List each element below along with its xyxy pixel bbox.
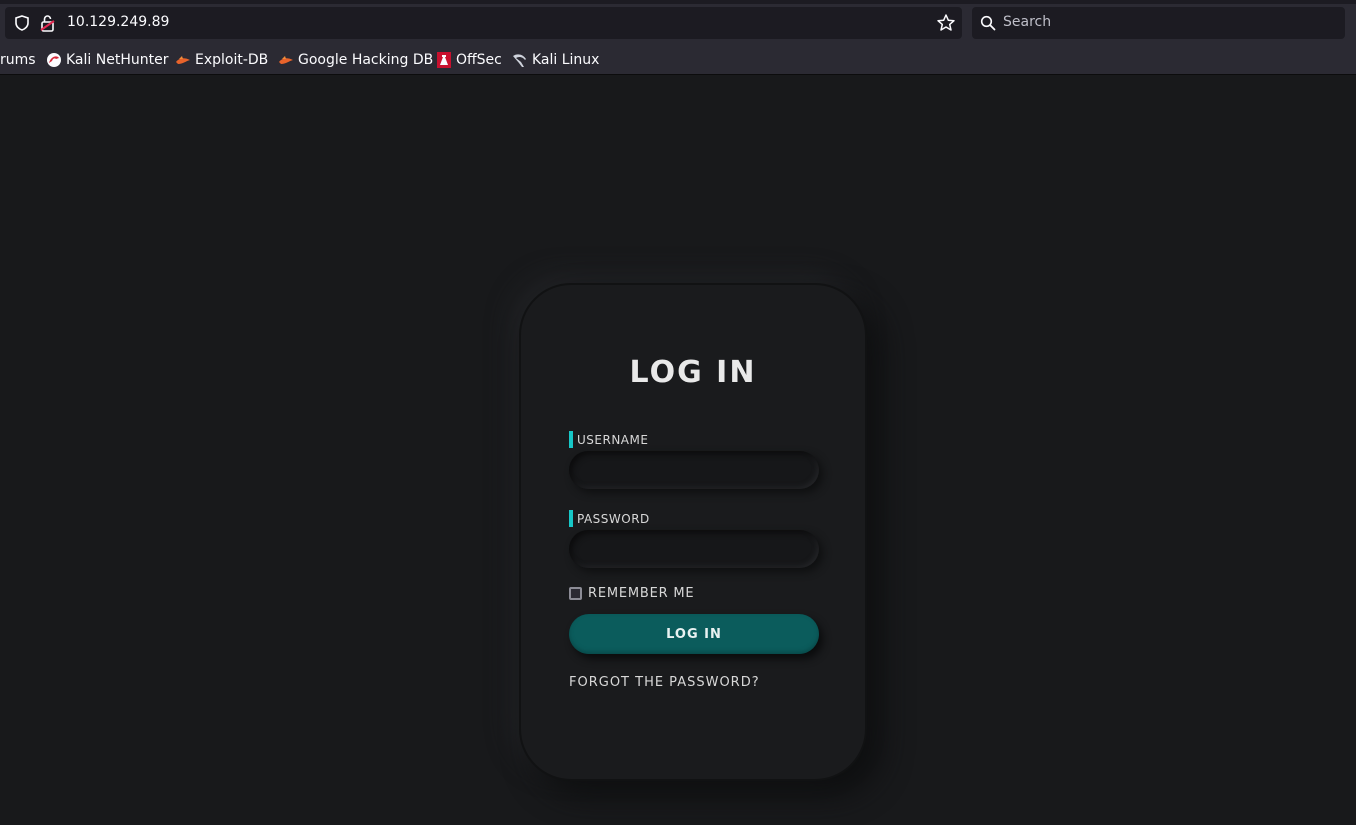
address-bar[interactable]: 10.129.249.89 bbox=[5, 7, 962, 39]
forgot-password-link[interactable]: FORGOT THE PASSWORD? bbox=[569, 675, 760, 690]
bookmark-star-icon[interactable] bbox=[936, 13, 956, 33]
bookmark-label: Kali NetHunter bbox=[66, 52, 169, 68]
bookmark-label: Google Hacking DB bbox=[298, 52, 434, 68]
password-input[interactable] bbox=[569, 530, 819, 568]
search-icon bbox=[980, 15, 996, 31]
login-button[interactable]: LOG IN bbox=[569, 614, 819, 654]
exploit-db-icon bbox=[176, 56, 190, 64]
username-input[interactable] bbox=[569, 451, 819, 489]
bookmark-label: rums bbox=[0, 52, 36, 68]
remember-me-label[interactable]: REMEMBER ME bbox=[588, 586, 694, 601]
insecure-lock-icon[interactable] bbox=[39, 13, 57, 33]
offsec-icon bbox=[437, 52, 451, 68]
remember-me[interactable]: REMEMBER ME bbox=[569, 586, 694, 601]
google-hacking-db-icon bbox=[279, 56, 293, 64]
username-label: USERNAME bbox=[569, 431, 648, 448]
browser-toolbar: 10.129.249.89 Search bbox=[0, 0, 1356, 44]
bookmark-offsec[interactable]: OffSec bbox=[436, 50, 502, 70]
bookmark-google-hacking-db[interactable]: Google Hacking DB bbox=[278, 50, 433, 70]
bookmark-label: Kali Linux bbox=[532, 52, 600, 68]
kali-linux-icon bbox=[513, 54, 526, 67]
login-title: LOG IN bbox=[629, 355, 757, 390]
bookmark-kali-nethunter[interactable]: Kali NetHunter bbox=[46, 50, 168, 70]
password-label: PASSWORD bbox=[569, 510, 650, 527]
bookmarks-bar: rums Kali NetHunter Exploit-DB Google Ha… bbox=[0, 44, 1356, 75]
bookmark-kali-linux[interactable]: Kali Linux bbox=[512, 50, 599, 70]
shield-icon[interactable] bbox=[13, 14, 31, 32]
remember-me-checkbox[interactable] bbox=[569, 587, 582, 600]
kali-nethunter-icon bbox=[47, 53, 61, 67]
search-placeholder[interactable]: Search bbox=[1003, 14, 1051, 30]
bookmark-label: Exploit-DB bbox=[195, 52, 269, 68]
bookmark-label: OffSec bbox=[456, 52, 502, 68]
search-bar[interactable]: Search bbox=[972, 7, 1345, 39]
login-card: LOG IN USERNAME PASSWORD REMEMBER ME LOG… bbox=[519, 283, 867, 781]
bookmark-forums[interactable]: rums bbox=[0, 50, 36, 70]
bookmark-exploit-db[interactable]: Exploit-DB bbox=[175, 50, 268, 70]
url-text[interactable]: 10.129.249.89 bbox=[67, 14, 169, 30]
